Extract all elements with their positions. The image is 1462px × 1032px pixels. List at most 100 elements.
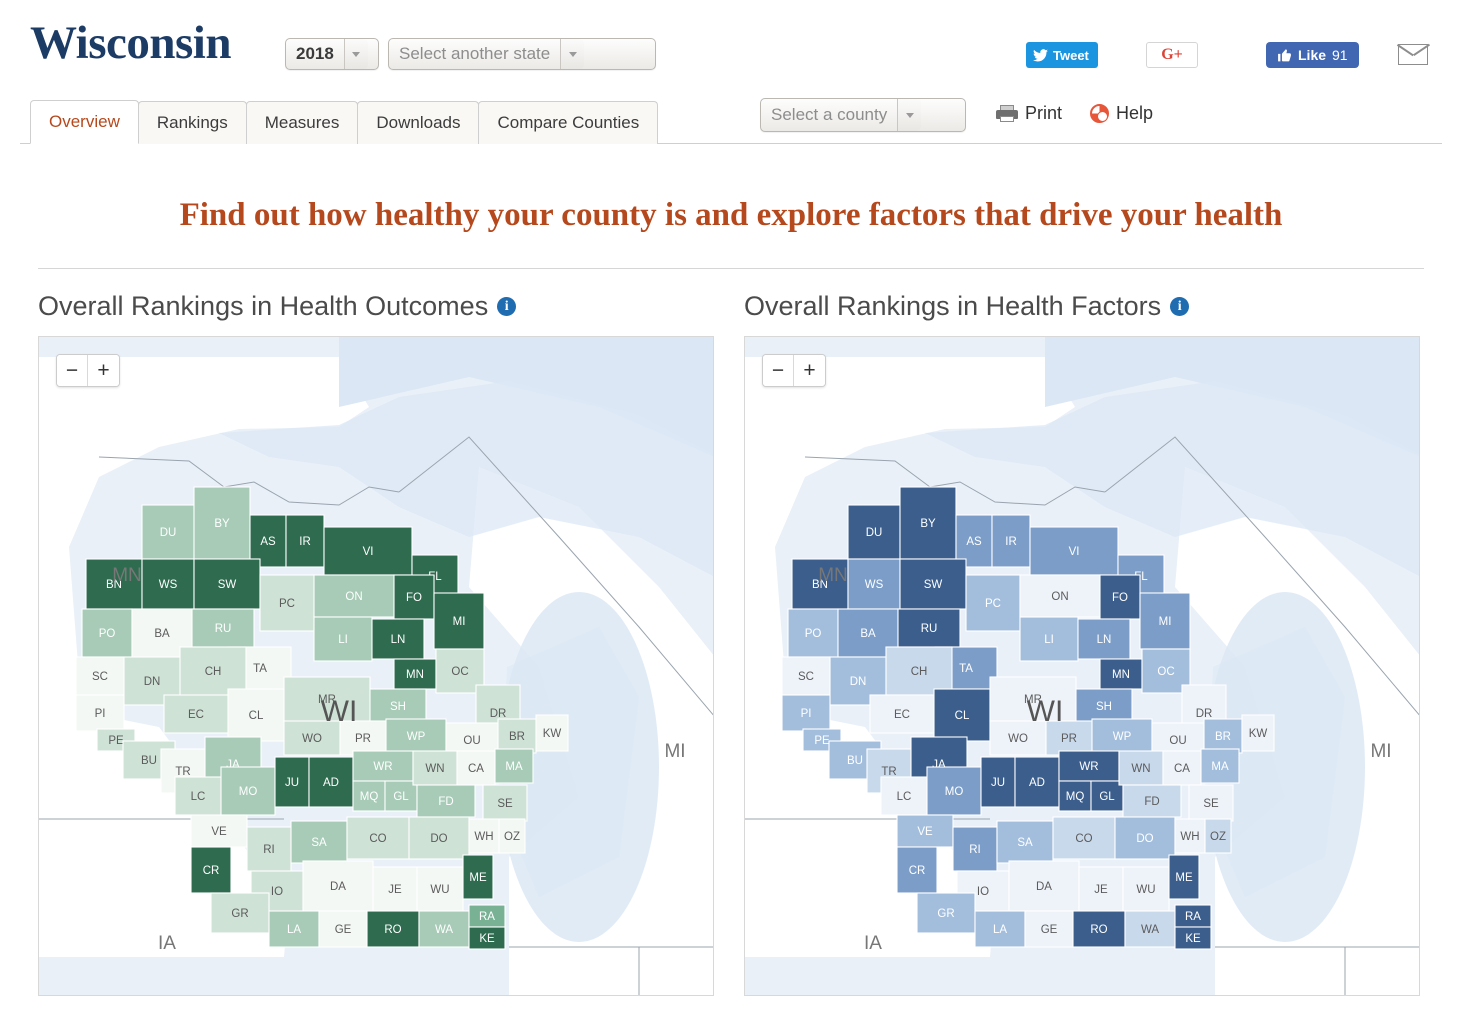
county-ve[interactable] <box>896 814 954 848</box>
map-zoom-controls[interactable]: − + <box>762 354 826 387</box>
county-ve[interactable] <box>190 814 248 848</box>
map-health-outcomes[interactable]: − + DU BY AS IR VI FL BN WS SW PC ON FO MI PO BA RU LI LN… <box>38 336 714 996</box>
chevron-down-icon[interactable] <box>560 39 585 69</box>
help-button[interactable]: Help <box>1090 103 1153 124</box>
county-me[interactable] <box>462 854 494 900</box>
county-ch[interactable] <box>179 646 247 696</box>
county-wu[interactable] <box>1122 866 1170 912</box>
info-icon[interactable]: i <box>1170 297 1190 316</box>
county-ke[interactable] <box>1174 926 1212 950</box>
county-wn[interactable] <box>412 750 458 786</box>
county-cr[interactable] <box>190 846 232 894</box>
facebook-like-button[interactable]: Like 91 <box>1266 42 1359 68</box>
county-sc[interactable] <box>781 656 831 696</box>
county-do[interactable] <box>408 816 470 860</box>
county-pc[interactable] <box>259 574 315 632</box>
county-da[interactable] <box>1008 860 1080 912</box>
print-button[interactable]: Print <box>996 103 1062 124</box>
email-share-button[interactable] <box>1396 42 1430 66</box>
zoom-out-button[interactable]: − <box>57 355 88 386</box>
county-by[interactable] <box>193 486 251 560</box>
county-cl[interactable] <box>933 688 991 742</box>
county-ec[interactable] <box>163 694 229 734</box>
county-wh[interactable] <box>1174 818 1206 854</box>
tweet-button[interactable]: Tweet <box>1026 42 1098 68</box>
county-ju[interactable] <box>274 756 310 808</box>
county-la[interactable] <box>268 910 320 948</box>
county-ir[interactable] <box>991 514 1031 568</box>
county-mn[interactable] <box>393 658 437 690</box>
county-lc[interactable] <box>880 776 928 816</box>
county-ln[interactable] <box>1077 618 1131 660</box>
county-on[interactable] <box>1019 574 1101 618</box>
info-icon[interactable]: i <box>497 297 517 316</box>
county-cl[interactable] <box>227 688 285 742</box>
chevron-down-icon[interactable] <box>897 99 922 131</box>
county-mi[interactable] <box>433 592 485 650</box>
county-pi[interactable] <box>781 694 831 732</box>
county-da[interactable] <box>302 860 374 912</box>
tab-compare-counties[interactable]: Compare Counties <box>478 101 659 144</box>
county-sh[interactable] <box>369 688 427 724</box>
county-gl[interactable] <box>1090 780 1124 812</box>
county-kw[interactable] <box>535 714 569 752</box>
county-me[interactable] <box>1168 854 1200 900</box>
county-wr[interactable] <box>352 750 414 782</box>
county-sa[interactable] <box>996 820 1054 864</box>
county-du[interactable] <box>141 504 195 560</box>
county-ad[interactable] <box>1014 756 1060 808</box>
county-vi[interactable] <box>323 526 413 576</box>
county-ir[interactable] <box>285 514 325 568</box>
county-sa[interactable] <box>290 820 348 864</box>
county-do[interactable] <box>1114 816 1176 860</box>
county-mo[interactable] <box>220 766 276 816</box>
county-po[interactable] <box>81 608 133 658</box>
county-wr[interactable] <box>1058 750 1120 782</box>
map-zoom-controls[interactable]: − + <box>56 354 120 387</box>
county-je[interactable] <box>372 866 418 912</box>
county-gr[interactable] <box>210 892 270 934</box>
county-wp[interactable] <box>385 718 447 754</box>
county-wp[interactable] <box>1091 718 1153 754</box>
county-du[interactable] <box>847 504 901 560</box>
county-sw[interactable] <box>193 558 261 610</box>
county-po[interactable] <box>787 608 839 658</box>
county-je[interactable] <box>1078 866 1124 912</box>
zoom-in-button[interactable]: + <box>794 355 825 386</box>
county-co[interactable] <box>1052 816 1116 860</box>
county-fo[interactable] <box>393 574 435 620</box>
county-sh[interactable] <box>1075 688 1133 724</box>
county-oz[interactable] <box>1204 818 1232 854</box>
county-lc[interactable] <box>174 776 222 816</box>
county-fo[interactable] <box>1099 574 1141 620</box>
google-plus-button[interactable]: G+ <box>1146 42 1198 68</box>
county-mi[interactable] <box>1139 592 1191 650</box>
county-ge[interactable] <box>318 910 368 948</box>
county-ch[interactable] <box>885 646 953 696</box>
state-select[interactable]: Select another state <box>388 38 656 70</box>
county-ma[interactable] <box>1200 748 1240 784</box>
county-sc[interactable] <box>75 656 125 696</box>
county-sw[interactable] <box>899 558 967 610</box>
county-ws[interactable] <box>141 558 195 610</box>
county-mq[interactable] <box>1058 780 1092 812</box>
tab-downloads[interactable]: Downloads <box>357 101 480 144</box>
county-ro[interactable] <box>1072 910 1126 948</box>
county-wh[interactable] <box>468 818 500 854</box>
county-ro[interactable] <box>366 910 420 948</box>
county-ra[interactable] <box>1174 904 1212 928</box>
chevron-down-icon[interactable] <box>343 39 368 69</box>
county-ca[interactable] <box>1162 750 1202 786</box>
county-ri[interactable] <box>952 826 998 872</box>
county-wu[interactable] <box>416 866 464 912</box>
county-oz[interactable] <box>498 818 526 854</box>
county-pi[interactable] <box>75 694 125 732</box>
county-ma[interactable] <box>494 748 534 784</box>
zoom-out-button[interactable]: − <box>763 355 794 386</box>
county-on[interactable] <box>313 574 395 618</box>
county-ln[interactable] <box>371 618 425 660</box>
county-la[interactable] <box>974 910 1026 948</box>
tab-rankings[interactable]: Rankings <box>137 101 247 144</box>
county-cr[interactable] <box>896 846 938 894</box>
county-fd[interactable] <box>416 784 476 818</box>
